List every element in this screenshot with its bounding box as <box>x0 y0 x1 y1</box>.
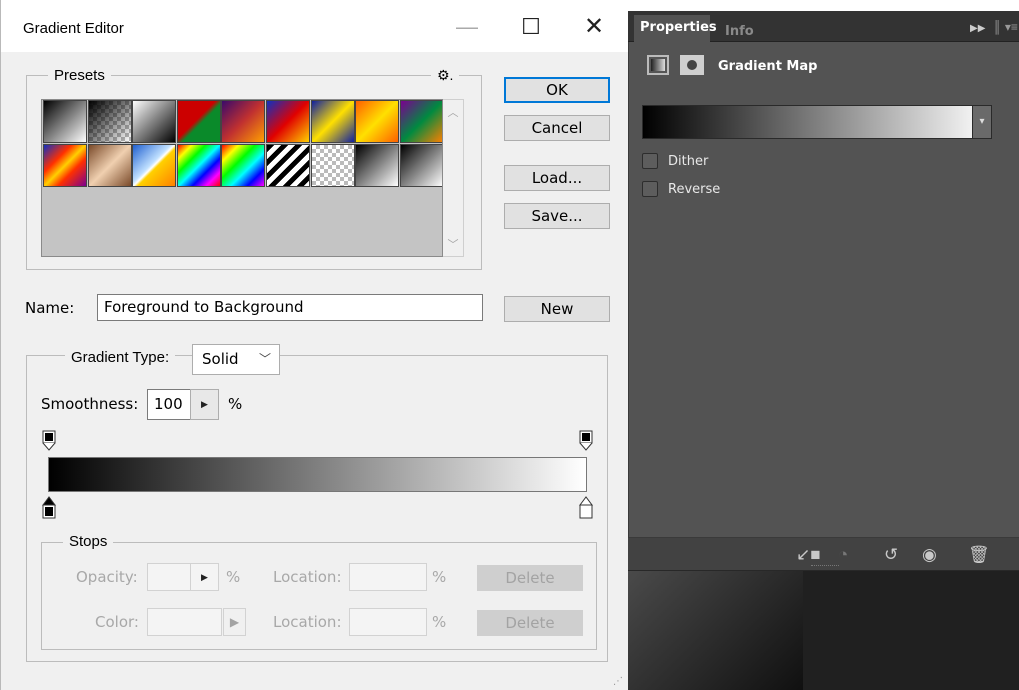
gear-icon[interactable]: ⚙. <box>431 66 460 84</box>
opacity-unit: % <box>226 568 241 586</box>
gradient-editor-dialog: Gradient Editor — ☐ ✕ Presets ⚙. ︿ ﹀ OK … <box>0 0 629 690</box>
preset-swatch[interactable] <box>399 100 442 143</box>
panel-footer: ↙■ ◔ ↺ ◉ 🗑 <box>628 537 1019 570</box>
preset-swatch[interactable] <box>310 144 355 187</box>
panel-title: Gradient Map <box>718 59 818 74</box>
preset-swatch[interactable] <box>87 144 132 187</box>
color-swatch[interactable] <box>147 608 222 636</box>
tab-properties-label: Properties <box>640 20 717 35</box>
gradient-type-value: Solid <box>202 350 239 368</box>
location-input-1[interactable] <box>349 563 427 591</box>
preset-swatch[interactable] <box>43 144 87 187</box>
preset-swatch[interactable] <box>221 144 266 187</box>
location-unit-2: % <box>432 613 447 631</box>
load-button[interactable]: Load... <box>504 165 610 191</box>
canvas-thumbnail <box>628 571 803 690</box>
canvas-area <box>803 571 1019 690</box>
preset-swatch[interactable] <box>132 144 177 187</box>
smoothness-unit: % <box>228 395 243 413</box>
name-input[interactable]: Foreground to Background <box>97 294 483 321</box>
save-button[interactable]: Save... <box>504 203 610 229</box>
preset-swatch[interactable] <box>176 100 221 143</box>
preset-swatch[interactable] <box>221 100 266 143</box>
scroll-up-icon[interactable]: ︿ <box>443 104 463 120</box>
cancel-button[interactable]: Cancel <box>504 115 610 141</box>
panel-menu-icon[interactable]: ║ ▾≡ <box>993 20 1018 34</box>
dither-checkbox[interactable] <box>642 153 658 169</box>
preset-scrollbar[interactable]: ︿ ﹀ <box>443 99 464 257</box>
reset-icon[interactable]: ↺ <box>884 545 898 565</box>
opacity-stop-right[interactable] <box>578 430 594 452</box>
opacity-stop-left[interactable] <box>41 430 57 452</box>
preset-swatch[interactable] <box>399 144 442 187</box>
resize-handle[interactable] <box>811 565 839 568</box>
preset-swatches[interactable] <box>41 99 443 257</box>
color-stop-right[interactable] <box>578 496 594 520</box>
new-button[interactable]: New <box>504 296 610 322</box>
properties-body: Gradient Map ▾ Dither Reverse <box>628 42 1019 537</box>
preset-swatch[interactable] <box>43 100 87 143</box>
resize-grip-icon[interactable]: ⋰ <box>613 676 623 687</box>
gradient-dropdown-icon[interactable]: ▾ <box>972 105 992 139</box>
close-icon[interactable]: ✕ <box>579 12 609 42</box>
opacity-input[interactable] <box>147 563 191 591</box>
view-previous-icon[interactable]: ◔ <box>838 545 848 565</box>
tab-properties[interactable]: Properties <box>634 15 717 42</box>
color-arrow-button[interactable]: ▶ <box>223 608 246 636</box>
location-unit-1: % <box>432 568 447 586</box>
preset-swatch[interactable] <box>176 144 221 187</box>
preset-swatch[interactable] <box>87 100 132 143</box>
location-input-2[interactable] <box>349 608 427 636</box>
preset-swatch[interactable] <box>355 100 400 143</box>
stops-label: Stops <box>63 533 114 551</box>
scroll-down-icon[interactable]: ﹀ <box>443 236 463 252</box>
smoothness-input[interactable]: 100 <box>147 389 191 420</box>
mask-icon[interactable] <box>680 55 704 75</box>
title-bar: Gradient Editor — ☐ ✕ <box>1 0 629 52</box>
opacity-arrow-button[interactable]: ▶ <box>190 563 219 591</box>
ok-button[interactable]: OK <box>504 77 610 103</box>
clip-to-layer-icon[interactable]: ↙■ <box>796 545 821 565</box>
properties-panel: Properties Info ▶▶ ║ ▾≡ Gradient Map ▾ D… <box>628 11 1019 690</box>
color-stop-left[interactable] <box>41 496 57 520</box>
reverse-label: Reverse <box>668 182 721 197</box>
preset-swatch[interactable] <box>310 100 355 143</box>
name-label: Name: <box>25 299 75 317</box>
tab-info[interactable]: Info <box>725 24 754 39</box>
delete-opacity-stop-button[interactable]: Delete <box>477 565 583 591</box>
panel-tab-bar: Properties Info ▶▶ ║ ▾≡ <box>628 11 1019 42</box>
preset-swatch[interactable] <box>355 144 400 187</box>
color-label: Color: <box>95 613 139 631</box>
panel-collapse-icon[interactable]: ▶▶ <box>970 23 985 34</box>
gradient-preview-bar[interactable] <box>48 457 587 492</box>
gradient-type-select[interactable]: Solid ﹀ <box>192 344 280 375</box>
preset-swatch[interactable] <box>266 144 310 187</box>
dither-label: Dither <box>668 154 709 169</box>
preset-swatch[interactable] <box>132 100 177 143</box>
dialog-title: Gradient Editor <box>23 20 124 37</box>
minimize-icon: — <box>456 14 478 39</box>
delete-color-stop-button[interactable]: Delete <box>477 610 583 636</box>
presets-label: Presets <box>48 67 111 85</box>
preset-swatch[interactable] <box>266 100 310 143</box>
gradient-type-label: Gradient Type: <box>65 349 176 367</box>
chevron-down-icon: ﹀ <box>258 352 271 366</box>
maximize-icon[interactable]: ☐ <box>516 12 546 42</box>
reverse-checkbox[interactable] <box>642 181 658 197</box>
visibility-icon[interactable]: ◉ <box>922 545 937 565</box>
trash-icon[interactable]: 🗑 <box>968 545 990 565</box>
smoothness-label: Smoothness: <box>41 395 139 413</box>
opacity-label: Opacity: <box>76 568 138 586</box>
smoothness-arrow-button[interactable]: ▶ <box>190 389 219 420</box>
gradient-map-preview[interactable] <box>642 105 992 139</box>
location-label-1: Location: <box>273 568 342 586</box>
adjustment-icon <box>647 55 669 75</box>
location-label-2: Location: <box>273 613 342 631</box>
